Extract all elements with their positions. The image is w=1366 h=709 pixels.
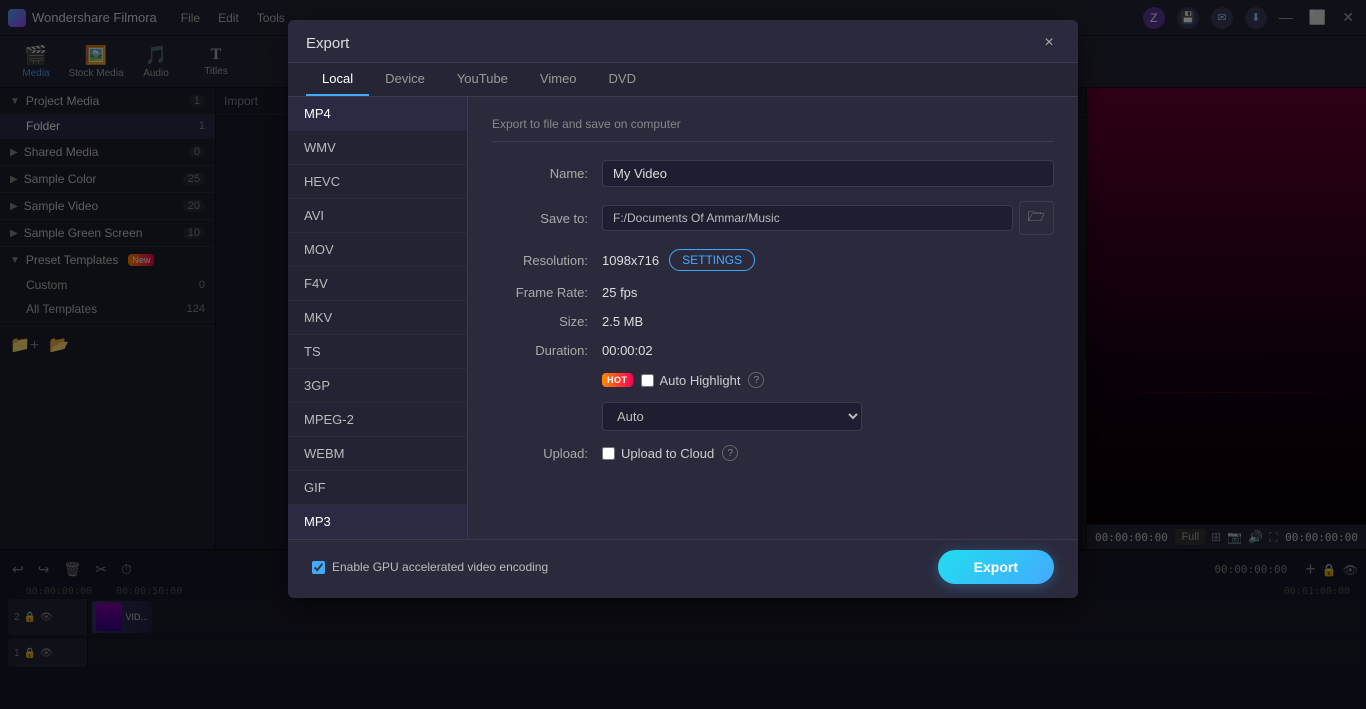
frame-rate-label: Frame Rate: [492,285,602,300]
name-label: Name: [492,166,602,181]
auto-highlight-checkbox-label[interactable]: Auto Highlight [641,373,741,388]
gpu-label-text: Enable GPU accelerated video encoding [332,560,548,574]
format-mp3[interactable]: MP3 [288,505,467,539]
format-webm[interactable]: WEBM [288,437,467,471]
format-mov[interactable]: MOV [288,233,467,267]
export-modal: Export × Local Device YouTube Vimeo DVD … [288,20,1078,598]
modal-tabs: Local Device YouTube Vimeo DVD [288,63,1078,97]
size-label: Size: [492,314,602,329]
upload-cloud-help-icon[interactable]: ? [722,445,738,461]
format-wmv[interactable]: WMV [288,131,467,165]
tab-dvd[interactable]: DVD [593,63,652,96]
duration-row: Duration: 00:00:02 [492,343,1054,358]
duration-label: Duration: [492,343,602,358]
modal-overlay: Export × Local Device YouTube Vimeo DVD … [0,0,1366,709]
browse-folder-button[interactable]: 🗁 [1019,201,1054,235]
format-mpeg2[interactable]: MPEG-2 [288,403,467,437]
save-to-row: Save to: 🗁 [492,201,1054,235]
export-form: Export to file and save on computer Name… [468,97,1078,539]
auto-dropdown-row: Auto Highlights Custom [492,402,1054,431]
auto-highlight-label: Auto Highlight [660,373,741,388]
upload-cloud-label: Upload to Cloud [621,446,714,461]
modal-title: Export [306,35,349,52]
modal-close-button[interactable]: × [1038,32,1060,54]
modal-body: MP4 WMV HEVC AVI MOV F4V MKV TS 3GP MPEG… [288,97,1078,539]
upload-cloud-checkbox[interactable] [602,447,615,460]
tab-device[interactable]: Device [369,63,441,96]
name-input[interactable] [602,160,1054,187]
upload-row: Upload: Upload to Cloud ? [492,445,1054,461]
format-ts[interactable]: TS [288,335,467,369]
upload-label: Upload: [492,446,602,461]
tab-vimeo[interactable]: Vimeo [524,63,593,96]
gpu-checkbox[interactable] [312,561,325,574]
format-mp4[interactable]: MP4 [288,97,467,131]
auto-dropdown[interactable]: Auto Highlights Custom [602,402,862,431]
resolution-row: Resolution: 1098x716 SETTINGS [492,249,1054,271]
size-row: Size: 2.5 MB [492,314,1054,329]
frame-rate-row: Frame Rate: 25 fps [492,285,1054,300]
format-f4v[interactable]: F4V [288,267,467,301]
format-hevc[interactable]: HEVC [288,165,467,199]
frame-rate-value: 25 fps [602,285,637,300]
format-gif[interactable]: GIF [288,471,467,505]
auto-highlight-help-icon[interactable]: ? [748,372,764,388]
tab-youtube[interactable]: YouTube [441,63,524,96]
gpu-checkbox-label[interactable]: Enable GPU accelerated video encoding [312,560,548,574]
tab-local[interactable]: Local [306,63,369,96]
duration-value: 00:00:02 [602,343,653,358]
export-button[interactable]: Export [938,550,1054,584]
resolution-value: 1098x716 [602,253,659,268]
name-row: Name: [492,160,1054,187]
auto-highlight-checkbox[interactable] [641,374,654,387]
format-avi[interactable]: AVI [288,199,467,233]
hot-badge: HOT [602,373,633,387]
format-3gp[interactable]: 3GP [288,369,467,403]
modal-footer: Enable GPU accelerated video encoding Ex… [288,539,1078,598]
auto-highlight-row: HOT Auto Highlight ? [492,372,1054,388]
upload-cloud-checkbox-label[interactable]: Upload to Cloud [602,446,714,461]
size-value: 2.5 MB [602,314,643,329]
settings-button[interactable]: SETTINGS [669,249,755,271]
save-to-input[interactable] [602,205,1013,231]
modal-header: Export × [288,20,1078,63]
save-to-label: Save to: [492,211,602,226]
export-description: Export to file and save on computer [492,117,1054,142]
format-mkv[interactable]: MKV [288,301,467,335]
format-list: MP4 WMV HEVC AVI MOV F4V MKV TS 3GP MPEG… [288,97,468,539]
resolution-label: Resolution: [492,253,602,268]
